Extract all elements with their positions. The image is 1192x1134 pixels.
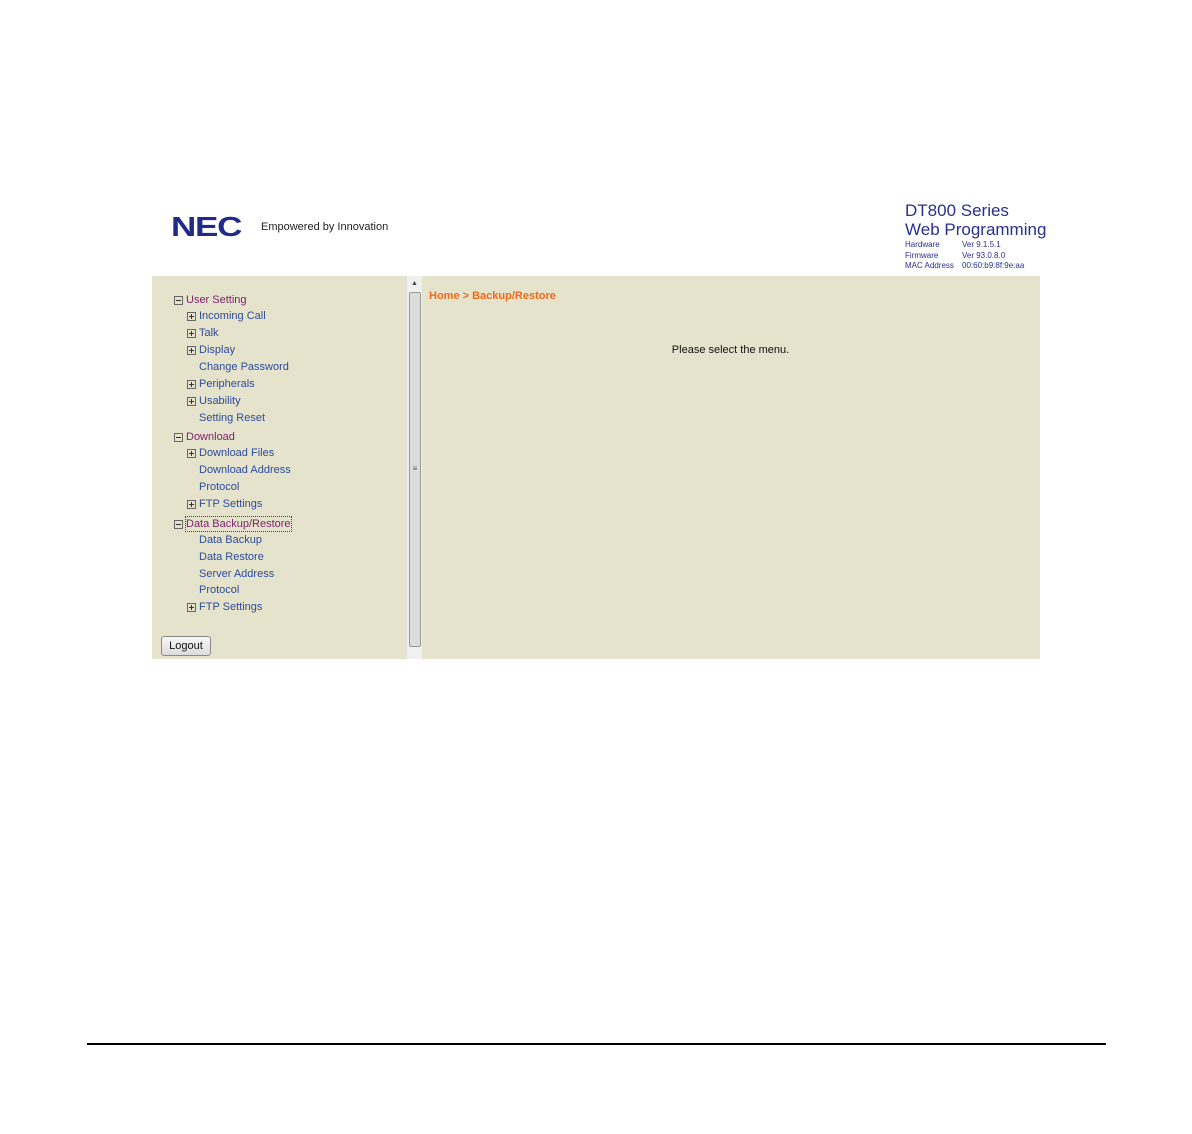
collapse-icon[interactable]: [174, 519, 183, 529]
sidebar: User Setting Incoming Call Talk Display Chan…: [152, 276, 406, 659]
sidebar-item-label: Download Files: [199, 447, 275, 459]
info-value: 00:60:b9:8f:9e:aa: [962, 261, 1025, 270]
sidebar-item-label: Download Address: [199, 464, 291, 476]
scroll-up-arrow-icon[interactable]: ▲: [407, 278, 422, 290]
logout-button[interactable]: Logout: [161, 636, 211, 656]
product-info: DT800 Series Web Programming Hardware Ve…: [905, 201, 1046, 272]
sidebar-item-talk[interactable]: Talk: [187, 326, 219, 340]
sidebar-item-peripherals[interactable]: Peripherals: [187, 377, 255, 391]
sidebar-item-label: Data Backup/Restore: [185, 516, 292, 532]
info-row-mac: MAC Address 00:60:b9:8f:9e:aa: [905, 261, 1024, 272]
collapse-icon[interactable]: [174, 295, 183, 305]
info-label: MAC Address: [905, 261, 954, 270]
sidebar-item-display[interactable]: Display: [187, 343, 235, 357]
main-content: Home > Backup/Restore Please select the …: [421, 276, 1040, 659]
sidebar-item-label: Protocol: [199, 481, 240, 493]
expand-icon[interactable]: [187, 499, 196, 509]
logo-tagline: Empowered by Innovation: [261, 221, 389, 233]
scroll-thumb[interactable]: ≡: [409, 292, 421, 647]
expand-icon[interactable]: [187, 602, 196, 612]
collapse-icon[interactable]: [174, 432, 183, 442]
sidebar-item-label: Usability: [199, 395, 241, 407]
sidebar-item-label: Download: [186, 431, 235, 443]
expand-icon[interactable]: [187, 328, 196, 338]
sidebar-item-user-setting[interactable]: User Setting: [174, 293, 247, 307]
product-series: DT800 Series: [905, 201, 1009, 220]
logo-text: NEC: [171, 211, 242, 242]
info-label: Firmware: [905, 250, 939, 260]
sidebar-scrollbar[interactable]: ▲ ≡: [406, 276, 422, 659]
sidebar-item-data-restore[interactable]: Data Restore: [199, 550, 264, 564]
sidebar-item-change-password[interactable]: Change Password: [199, 360, 289, 374]
sidebar-item-protocol[interactable]: Protocol: [199, 583, 239, 597]
product-title: Web Programming: [905, 220, 1047, 239]
sidebar-item-data-backup-restore[interactable]: Data Backup/Restore: [174, 516, 292, 532]
sidebar-item-label: Data Restore: [199, 551, 264, 563]
sidebar-item-download[interactable]: Download: [174, 430, 235, 444]
nec-logo: NEC Empowered by Innovation: [171, 211, 389, 242]
expand-icon[interactable]: [187, 311, 196, 321]
expand-icon[interactable]: [187, 345, 196, 355]
sidebar-item-ftp-settings[interactable]: FTP Settings: [187, 497, 262, 511]
sidebar-item-protocol[interactable]: Protocol: [199, 480, 239, 494]
sidebar-item-server-address[interactable]: Server Address: [199, 567, 274, 581]
sidebar-item-usability[interactable]: Usability: [187, 394, 241, 408]
select-menu-message: Please select the menu.: [671, 344, 790, 356]
sidebar-item-label: Protocol: [199, 584, 240, 596]
sidebar-item-download-address[interactable]: Download Address: [199, 463, 291, 477]
info-row-hardware: Hardware Ver 9.1.5.1: [905, 240, 1024, 251]
info-value: Ver 93.0.8.0: [962, 250, 1006, 260]
sidebar-item-ftp-settings[interactable]: FTP Settings: [187, 600, 262, 614]
sidebar-item-label: Incoming Call: [199, 310, 266, 322]
version-info-table: Hardware Ver 9.1.5.1 Firmware Ver 93.0.8…: [905, 240, 1024, 272]
sidebar-item-download-files[interactable]: Download Files: [187, 446, 274, 460]
info-label: Hardware: [905, 240, 940, 249]
info-value: Ver 9.1.5.1: [962, 240, 1001, 249]
sidebar-item-label: Display: [199, 344, 236, 356]
info-row-firmware: Firmware Ver 93.0.8.0: [905, 251, 1024, 262]
breadcrumb[interactable]: Home > Backup/Restore: [429, 290, 556, 302]
sidebar-item-incoming-call[interactable]: Incoming Call: [187, 309, 266, 323]
page-divider: [87, 1043, 1106, 1045]
sidebar-item-label: FTP Settings: [199, 498, 263, 510]
expand-icon[interactable]: [187, 448, 196, 458]
sidebar-item-label: User Setting: [186, 294, 247, 306]
sidebar-item-setting-reset[interactable]: Setting Reset: [199, 411, 265, 425]
sidebar-item-label: Change Password: [199, 361, 289, 373]
sidebar-item-label: Setting Reset: [199, 412, 266, 424]
expand-icon[interactable]: [187, 396, 196, 406]
grip-icon: ≡: [412, 464, 418, 473]
sidebar-item-label: FTP Settings: [199, 601, 263, 613]
expand-icon[interactable]: [187, 379, 196, 389]
app-frame: User Setting Incoming Call Talk Display Chan…: [152, 276, 1040, 659]
sidebar-item-label: Talk: [199, 327, 219, 339]
sidebar-item-label: Peripherals: [199, 378, 255, 390]
sidebar-item-data-backup[interactable]: Data Backup: [199, 533, 262, 547]
sidebar-item-label: Server Address: [199, 568, 275, 580]
sidebar-item-label: Data Backup: [199, 534, 262, 546]
